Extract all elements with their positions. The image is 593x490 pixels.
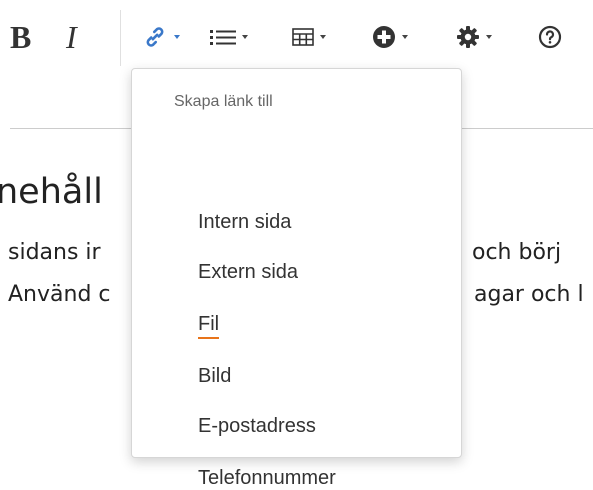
list-button[interactable] <box>210 14 248 60</box>
link-button[interactable] <box>142 14 180 60</box>
table-button[interactable] <box>292 14 326 60</box>
chevron-down-icon <box>242 35 248 39</box>
menu-item-bild[interactable]: Bild <box>198 365 231 388</box>
chevron-down-icon <box>486 35 492 39</box>
link-dropdown-menu: Skapa länk till Intern sida Extern sida … <box>131 68 462 489</box>
plus-circle-icon <box>373 26 395 48</box>
chevron-down-icon <box>320 35 326 39</box>
help-button[interactable] <box>538 14 562 60</box>
menu-item-telefonnummer[interactable]: Telefonnummer <box>198 467 336 490</box>
link-icon <box>146 27 164 47</box>
insert-button[interactable] <box>372 14 408 60</box>
menu-item-intern-sida[interactable]: Intern sida <box>198 211 291 234</box>
settings-button[interactable] <box>456 14 492 60</box>
menu-item-e-postadress[interactable]: E-postadress <box>198 415 316 438</box>
menu-item-fil[interactable]: Fil <box>198 313 220 339</box>
content-text-line-1-end: och börj <box>472 240 562 265</box>
chevron-down-icon <box>174 35 180 39</box>
table-icon <box>292 28 314 46</box>
chevron-down-icon <box>402 35 408 39</box>
gear-icon <box>457 26 479 48</box>
help-icon <box>538 25 562 49</box>
menu-item-extern-sida[interactable]: Extern sida <box>198 261 298 284</box>
content-text-line-2: Använd c <box>8 282 111 307</box>
menu-header: Skapa länk till <box>174 93 273 110</box>
content-heading: nehåll <box>0 172 103 212</box>
content-text-line-1: sidans ir <box>8 240 101 265</box>
toolbar-divider <box>120 10 121 66</box>
content-text-line-2-end: agar och l <box>474 282 584 307</box>
italic-button[interactable]: I <box>66 14 77 60</box>
list-icon <box>210 30 236 45</box>
bold-button[interactable]: B <box>10 14 31 60</box>
